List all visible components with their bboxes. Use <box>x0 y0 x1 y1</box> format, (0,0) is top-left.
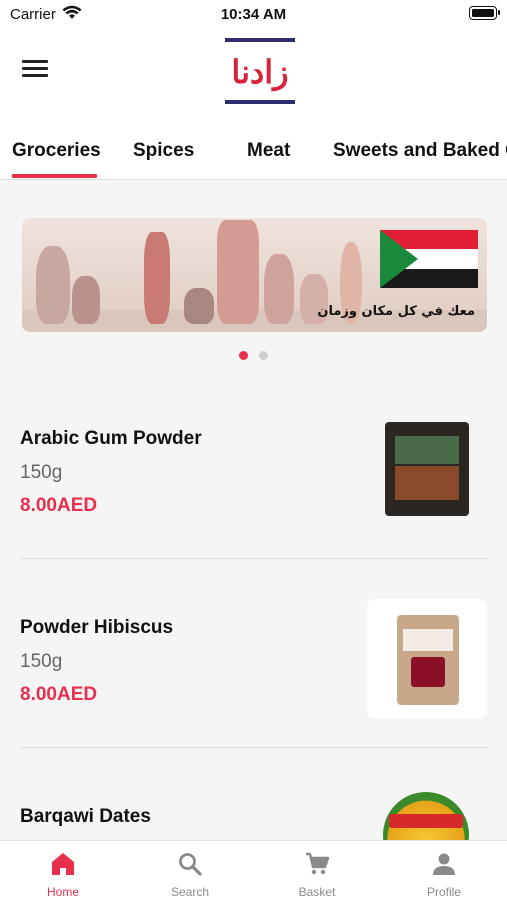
carousel-dots <box>0 351 507 361</box>
clock: 10:34 AM <box>220 6 287 23</box>
nav-home-label: Home <box>46 885 79 899</box>
product-weight: 150g <box>20 651 63 672</box>
promo-banner[interactable]: معك في كل مكان وزمان <box>22 218 487 332</box>
status-bar: Carrier 10:34 AM <box>0 0 507 28</box>
profile-icon <box>433 853 455 875</box>
search-icon <box>179 853 202 876</box>
sudan-flag <box>380 230 478 288</box>
tab-meat[interactable]: Meat <box>247 140 290 162</box>
tab-spices[interactable]: Spices <box>133 140 194 162</box>
product-price: 8.00AED <box>20 495 98 516</box>
product-image <box>367 782 487 842</box>
home-icon <box>52 853 74 875</box>
active-tab-indicator <box>12 174 97 178</box>
app-bar: زادنا <box>0 28 507 118</box>
tab-groceries[interactable]: Groceries <box>12 140 101 162</box>
bottom-navigation: Home Search Basket Profile <box>0 840 507 900</box>
cart-icon <box>306 852 330 875</box>
divider <box>20 747 487 748</box>
carousel-dot-active[interactable] <box>239 351 248 360</box>
category-tabs: Groceries Spices Meat Sweets and Baked G <box>0 118 507 180</box>
product-weight: 150g <box>20 462 63 483</box>
hamburger-icon <box>22 60 48 63</box>
nav-basket-label: Basket <box>298 885 336 899</box>
nav-search-label: Search <box>170 885 210 899</box>
product-price: 8.00AED <box>20 684 98 705</box>
pottery-jar <box>72 276 100 324</box>
nav-profile-label: Profile <box>426 885 461 899</box>
nav-basket[interactable]: Basket <box>254 841 380 900</box>
banner-tagline: معك في كل مكان وزمان <box>317 304 475 319</box>
product-image <box>367 599 487 719</box>
pottery-jar <box>264 254 294 324</box>
app-logo: زادنا <box>225 36 295 106</box>
product-name: Barqawi Dates <box>20 806 151 827</box>
nav-search[interactable]: Search <box>127 841 253 900</box>
pottery-vase <box>144 232 170 324</box>
pottery-jar <box>36 246 70 324</box>
product-image <box>367 400 487 520</box>
product-name: Powder Hibiscus <box>20 617 174 638</box>
battery-icon <box>469 6 500 20</box>
menu-button[interactable] <box>22 60 48 82</box>
product-name: Arabic Gum Powder <box>20 428 202 449</box>
nav-profile[interactable]: Profile <box>381 841 507 900</box>
nav-home[interactable]: Home <box>0 841 126 900</box>
carousel-dot[interactable] <box>259 351 268 360</box>
divider <box>20 558 487 559</box>
pottery-bowl <box>184 288 214 324</box>
tab-sweets-and-baked[interactable]: Sweets and Baked G <box>333 140 507 162</box>
logo-text: زادنا <box>231 53 289 91</box>
pottery-vase <box>217 220 259 324</box>
